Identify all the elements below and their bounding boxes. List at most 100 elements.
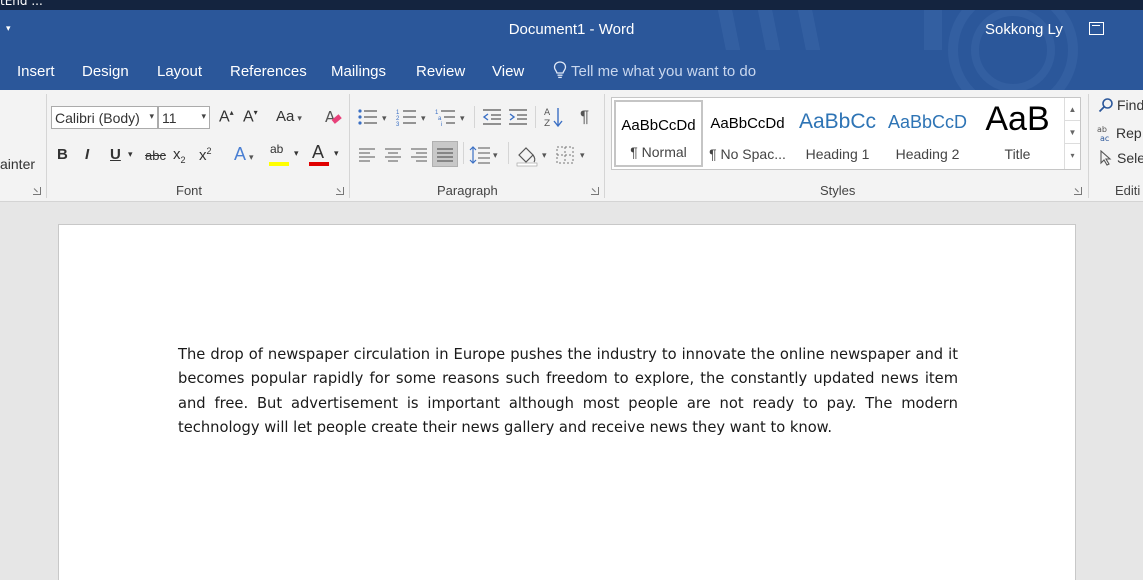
clipboard-dialog-launcher-icon[interactable] xyxy=(33,187,41,195)
multilevel-list-icon[interactable]: 1 a i ▾ xyxy=(435,108,469,126)
svg-text:ab: ab xyxy=(1097,125,1107,134)
styles-gallery-scroller: ▲ ▼ ▾ xyxy=(1064,98,1080,169)
tab-insert[interactable]: Insert xyxy=(17,63,55,80)
paragraph-dialog-launcher-icon[interactable] xyxy=(591,187,599,195)
italic-button[interactable]: I xyxy=(85,147,89,162)
font-size-combo[interactable]: 11 ▾ xyxy=(158,106,210,129)
select-cursor-icon xyxy=(1100,149,1112,166)
top-strip-fragment: tEnd ... xyxy=(0,0,43,8)
underline-button[interactable]: U xyxy=(110,147,121,162)
style-no-spacing-preview: AaBbCcDd xyxy=(710,115,785,132)
group-separator xyxy=(46,94,47,198)
svg-text:▾: ▾ xyxy=(382,113,387,123)
font-size-dropdown-icon[interactable]: ▾ xyxy=(201,111,206,122)
font-name-combo[interactable]: Calibri (Body) ▾ xyxy=(51,106,158,129)
increase-indent-icon[interactable] xyxy=(508,108,528,126)
font-color-dropdown-icon[interactable]: ▾ xyxy=(334,149,339,158)
format-painter-label[interactable]: ainter xyxy=(0,157,35,171)
top-strip: tEnd ... xyxy=(0,0,1143,10)
text-effects-button[interactable]: A xyxy=(234,145,254,163)
document-body-text[interactable]: The drop of newspaper circulation in Eur… xyxy=(178,343,958,441)
user-name[interactable]: Sokkong Ly xyxy=(985,21,1063,38)
style-no-spacing-name: ¶ No Spac... xyxy=(709,146,786,162)
tab-design[interactable]: Design xyxy=(82,63,129,80)
inline-separator xyxy=(474,106,475,128)
subscript-button[interactable]: x2 xyxy=(173,147,186,165)
numbering-icon[interactable]: 1 2 3 ▾ xyxy=(396,108,430,126)
bold-button[interactable]: B xyxy=(57,147,68,162)
tab-references[interactable]: References xyxy=(230,63,307,80)
style-title[interactable]: AaB Title xyxy=(973,100,1062,167)
shading-icon[interactable]: ▾ xyxy=(515,143,551,167)
align-right-icon[interactable] xyxy=(410,147,428,163)
select-button[interactable]: Sele xyxy=(1099,149,1143,168)
justify-button[interactable] xyxy=(432,141,458,167)
find-button[interactable]: Find xyxy=(1098,97,1143,115)
tab-review[interactable]: Review xyxy=(416,63,465,80)
superscript-button[interactable]: x2 xyxy=(199,146,212,164)
svg-text:ac: ac xyxy=(1100,134,1109,142)
style-normal[interactable]: AaBbCcDd ¶ Normal xyxy=(614,100,703,167)
tab-view[interactable]: View xyxy=(492,63,524,80)
font-dialog-launcher-icon[interactable] xyxy=(336,187,344,195)
paragraph-group-label: Paragraph xyxy=(437,183,498,198)
style-heading-2[interactable]: AaBbCcD Heading 2 xyxy=(883,100,972,167)
style-title-name: Title xyxy=(1004,146,1031,162)
group-separator xyxy=(604,94,605,198)
inline-separator xyxy=(508,142,509,164)
style-heading-1[interactable]: AaBbCc Heading 1 xyxy=(793,100,882,167)
replace-icon: ab ac xyxy=(1097,125,1109,143)
svg-text:▾: ▾ xyxy=(460,113,465,123)
svg-text:A: A xyxy=(325,108,336,126)
line-spacing-icon[interactable]: ▾ xyxy=(469,145,501,165)
grow-font-button[interactable]: A▴ xyxy=(219,109,234,125)
align-center-icon[interactable] xyxy=(384,147,402,163)
superscript-mark: 2 xyxy=(206,146,212,156)
tell-me-placeholder: Tell me what you want to do xyxy=(571,63,757,80)
font-name-dropdown-icon[interactable]: ▾ xyxy=(149,111,154,122)
style-heading-2-preview: AaBbCcD xyxy=(887,112,968,132)
style-no-spacing[interactable]: AaBbCcDd ¶ No Spac... xyxy=(703,100,792,167)
style-heading-1-name: Heading 1 xyxy=(805,146,870,162)
shrink-font-button[interactable]: A▾ xyxy=(243,109,258,125)
svg-text:▾: ▾ xyxy=(542,150,547,160)
editing-group-label: Editi xyxy=(1115,183,1141,198)
style-normal-preview: AaBbCcDd xyxy=(621,117,696,134)
gallery-scroll-up-icon[interactable]: ▲ xyxy=(1065,98,1080,121)
svg-text:Z: Z xyxy=(544,119,550,129)
group-separator xyxy=(1088,94,1089,198)
tab-mailings[interactable]: Mailings xyxy=(331,63,386,80)
gallery-more-icon[interactable]: ▾ xyxy=(1065,144,1080,167)
tell-me-box[interactable]: Tell me what you want to do xyxy=(553,61,756,80)
styles-gallery: AaBbCcDd ¶ Normal AaBbCcDd ¶ No Spac... … xyxy=(611,97,1081,170)
styles-dialog-launcher-icon[interactable] xyxy=(1074,187,1082,195)
subscript-glyph: x xyxy=(173,146,181,163)
svg-text:▾: ▾ xyxy=(493,150,498,160)
subscript-mark: 2 xyxy=(180,155,186,165)
highlight-dropdown-icon[interactable]: ▾ xyxy=(294,149,299,158)
inline-separator xyxy=(463,142,464,164)
replace-button[interactable]: ab ac Rep xyxy=(1096,124,1142,143)
underline-dropdown-icon[interactable]: ▾ xyxy=(128,150,133,159)
bullets-icon[interactable]: ▾ xyxy=(357,108,391,126)
tab-layout[interactable]: Layout xyxy=(157,63,202,80)
show-hide-marks-button[interactable]: ¶ xyxy=(580,108,589,125)
document-page[interactable]: The drop of newspaper circulation in Eur… xyxy=(58,224,1076,580)
align-left-icon[interactable] xyxy=(358,147,376,163)
svg-text:3: 3 xyxy=(396,122,400,126)
strikethrough-button[interactable]: abc xyxy=(145,149,166,162)
ribbon-display-options-icon[interactable] xyxy=(1089,22,1104,35)
svg-text:▾: ▾ xyxy=(421,113,426,123)
svg-text:i: i xyxy=(441,122,442,126)
ribbon: ainter Calibri (Body)▾ 11▾ A▴ A▾ Aa A B … xyxy=(0,90,1143,202)
shrink-font-glyph: A xyxy=(243,108,254,126)
gallery-scroll-down-icon[interactable]: ▼ xyxy=(1065,121,1080,144)
decrease-indent-icon[interactable] xyxy=(482,108,502,126)
find-label: Find xyxy=(1117,97,1143,113)
replace-label: Rep xyxy=(1116,125,1142,141)
font-color-glyph[interactable]: A xyxy=(312,143,324,161)
borders-icon[interactable]: ▾ xyxy=(555,145,589,165)
clear-formatting-icon[interactable]: A xyxy=(323,107,343,127)
change-case-button[interactable]: Aa xyxy=(276,109,302,124)
sort-az-icon[interactable]: A Z xyxy=(543,105,565,129)
